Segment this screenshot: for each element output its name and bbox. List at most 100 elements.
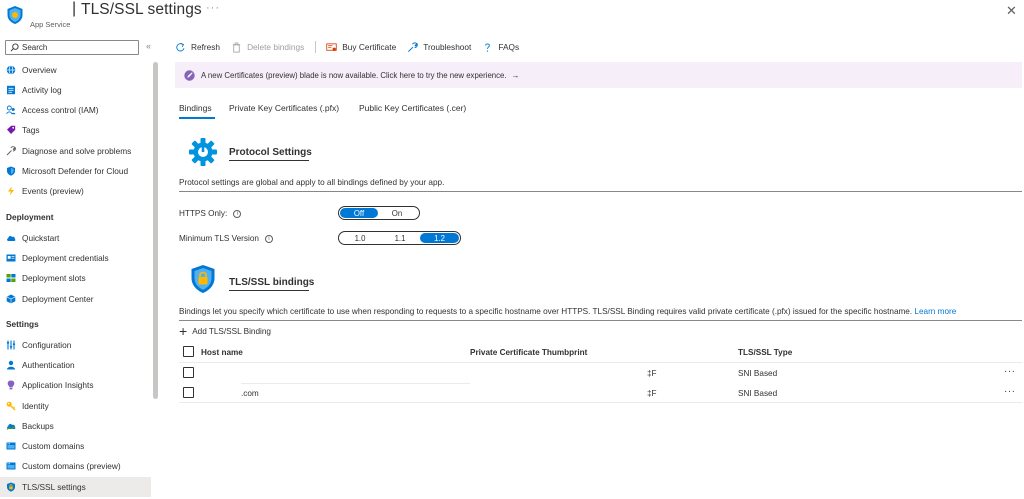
app-service-icon: [7, 6, 23, 24]
title-separator: |: [72, 0, 77, 17]
sidebar-item-overview[interactable]: Overview: [0, 60, 151, 80]
column-header-host-name[interactable]: Host name: [201, 348, 243, 357]
min-tls-text: Minimum TLS Version: [179, 234, 259, 243]
tls-1-0-option[interactable]: 1.0: [340, 233, 380, 243]
section-divider: [179, 191, 1022, 192]
sidebar-item-identity[interactable]: Identity: [0, 396, 151, 416]
sidebar-item-events[interactable]: Events (preview): [0, 181, 151, 201]
section-divider: [179, 320, 1022, 321]
globe-icon: [6, 65, 16, 75]
collapse-menu-button[interactable]: «: [146, 41, 151, 51]
row-checkbox[interactable]: [183, 387, 194, 398]
close-button[interactable]: ✕: [1006, 3, 1017, 19]
faqs-button[interactable]: FAQs: [482, 42, 519, 53]
row-more-icon[interactable]: ···: [1004, 366, 1016, 377]
tab-public-key-certificates[interactable]: Public Key Certificates (.cer): [359, 103, 466, 113]
arrow-right-icon: →: [511, 70, 520, 80]
log-icon: [7, 85, 15, 95]
certificate-icon: [326, 42, 337, 51]
person-icon: [7, 360, 15, 370]
search-box[interactable]: [5, 40, 139, 55]
sidebar-item-label: Backups: [22, 421, 54, 431]
sidebar-item-defender[interactable]: Microsoft Defender for Cloud: [0, 161, 151, 181]
https-on-option[interactable]: On: [378, 208, 416, 218]
sidebar-item-activity-log[interactable]: Activity log: [0, 80, 151, 100]
column-header-tls-ssl-type[interactable]: TLS/SSL Type: [738, 348, 792, 357]
title-underline: [229, 290, 309, 291]
refresh-icon: [176, 42, 185, 51]
sidebar-item-label: Custom domains (preview): [22, 461, 121, 471]
plus-icon: +: [179, 323, 188, 339]
key-icon: [6, 401, 16, 411]
sidebar-item-label: Diagnose and solve problems: [22, 146, 132, 156]
select-all-checkbox[interactable]: [183, 346, 194, 357]
menu-scrollbar[interactable]: [151, 59, 159, 499]
delete-bindings-button[interactable]: Delete bindings: [231, 42, 304, 53]
table-header-divider: [179, 362, 1022, 363]
sidebar-item-deployment-center[interactable]: Deployment Center: [0, 289, 151, 309]
bindings-description: Bindings let you specify which certifica…: [179, 307, 956, 316]
sidebar-item-authentication[interactable]: Authentication: [0, 355, 151, 375]
page-title: TLS/SSL settings: [81, 1, 202, 18]
sidebar-item-access-control[interactable]: Access control (IAM): [0, 100, 151, 120]
sliders-icon: [6, 340, 16, 350]
sidebar-item-label: Quickstart: [22, 233, 60, 243]
sidebar-item-deployment-credentials[interactable]: Deployment credentials: [0, 248, 151, 268]
sidebar-item-deployment-slots[interactable]: Deployment slots: [0, 268, 151, 288]
add-binding-label: Add TLS/SSL Binding: [192, 326, 271, 336]
learn-more-link[interactable]: Learn more: [914, 307, 956, 316]
tls-1-2-option[interactable]: 1.2: [420, 233, 459, 243]
troubleshoot-button[interactable]: Troubleshoot: [407, 41, 472, 53]
min-tls-version-toggle[interactable]: 1.0 1.1 1.2: [338, 231, 461, 245]
min-tls-label: Minimum TLS Version i: [179, 234, 273, 243]
buy-certificate-button[interactable]: Buy Certificate: [326, 42, 396, 53]
thumbprint-cell: ‡F: [647, 389, 657, 398]
resource-menu: « Overview Activity log Access control (…: [0, 37, 162, 499]
sidebar-item-label: Activity log: [22, 85, 62, 95]
https-only-text: HTTPS Only:: [179, 209, 228, 218]
resource-type-label: App Service: [30, 20, 71, 29]
refresh-label: Refresh: [191, 42, 221, 52]
domain-icon: [6, 442, 16, 450]
search-input[interactable]: [22, 43, 132, 52]
sidebar-item-label: Events (preview): [22, 186, 84, 196]
tls-1-1-option[interactable]: 1.1: [380, 233, 420, 243]
info-icon[interactable]: i: [264, 234, 273, 243]
delete-bindings-label: Delete bindings: [247, 42, 305, 52]
row-checkbox[interactable]: [183, 367, 194, 378]
info-icon[interactable]: i: [233, 209, 242, 218]
troubleshoot-label: Troubleshoot: [423, 42, 472, 52]
sidebar-item-application-insights[interactable]: Application Insights: [0, 375, 151, 395]
sidebar-item-backups[interactable]: Backups: [0, 416, 151, 436]
buy-certificate-label: Buy Certificate: [342, 42, 397, 52]
command-bar: Refresh Delete bindings Buy Certificate …: [175, 38, 530, 56]
tab-bindings[interactable]: Bindings: [179, 103, 212, 113]
add-tls-ssl-binding-button[interactable]: + Add TLS/SSL Binding: [179, 323, 271, 339]
https-only-toggle[interactable]: Off On: [338, 206, 420, 220]
scrollbar-thumb[interactable]: [153, 62, 158, 399]
sidebar-item-tls-ssl-settings[interactable]: TLS/SSL settings: [0, 477, 151, 497]
sidebar-item-quickstart[interactable]: Quickstart: [0, 228, 151, 248]
trash-icon: [232, 42, 241, 52]
sidebar-item-label: TLS/SSL settings: [22, 482, 86, 492]
blade-header: | TLS/SSL settings ··· App Service ✕: [0, 0, 1024, 34]
refresh-button[interactable]: Refresh: [175, 42, 220, 53]
sidebar-item-configuration[interactable]: Configuration: [0, 335, 151, 355]
row-more-icon[interactable]: ···: [1004, 386, 1016, 397]
tab-private-key-certificates[interactable]: Private Key Certificates (.pfx): [229, 103, 339, 113]
column-header-thumbprint[interactable]: Private Certificate Thumbprint: [470, 348, 587, 357]
protocol-description: Protocol settings are global and apply t…: [179, 178, 445, 187]
sidebar-item-custom-domains-preview[interactable]: Custom domains (preview): [0, 456, 151, 476]
people-icon: [6, 105, 16, 115]
shield-icon: [7, 166, 15, 176]
section-header-settings: Settings: [6, 319, 39, 329]
sidebar-item-diagnose[interactable]: Diagnose and solve problems: [0, 141, 151, 161]
table-row-divider: [179, 402, 1022, 403]
banner-text: A new Certificates (preview) blade is no…: [201, 70, 507, 80]
sidebar-item-label: Tags: [22, 125, 40, 135]
https-off-option[interactable]: Off: [340, 208, 378, 218]
preview-banner[interactable]: A new Certificates (preview) blade is no…: [175, 62, 1022, 88]
sidebar-item-custom-domains[interactable]: Custom domains: [0, 436, 151, 456]
sidebar-item-tags[interactable]: Tags: [0, 120, 151, 140]
more-options-icon[interactable]: ···: [206, 2, 220, 14]
